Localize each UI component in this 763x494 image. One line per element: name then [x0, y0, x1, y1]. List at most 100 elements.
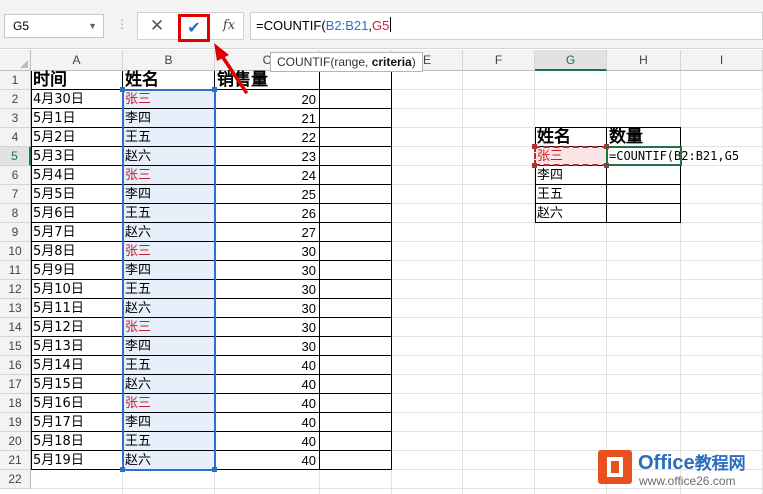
- name-cell[interactable]: 王五: [123, 432, 215, 451]
- sales-cell[interactable]: 30: [215, 299, 320, 318]
- date-cell[interactable]: 5月16日: [31, 394, 123, 413]
- table-cell-d[interactable]: [320, 337, 392, 356]
- sales-cell[interactable]: 27: [215, 223, 320, 242]
- row-header-14[interactable]: 14: [0, 318, 31, 337]
- summary-name-cell[interactable]: 李四: [535, 166, 607, 185]
- sales-cell[interactable]: 40: [215, 432, 320, 451]
- sales-cell[interactable]: 40: [215, 356, 320, 375]
- sales-cell[interactable]: 22: [215, 128, 320, 147]
- table-cell-d[interactable]: [320, 109, 392, 128]
- date-cell[interactable]: 5月11日: [31, 299, 123, 318]
- date-cell[interactable]: 5月3日: [31, 147, 123, 166]
- row-header-5[interactable]: 5: [0, 147, 31, 166]
- table-cell-d[interactable]: [320, 128, 392, 147]
- summary-name-cell[interactable]: 赵六: [535, 204, 607, 223]
- summary-name-cell[interactable]: 张三: [535, 147, 607, 166]
- sales-cell[interactable]: 26: [215, 204, 320, 223]
- name-cell[interactable]: 张三: [123, 318, 215, 337]
- sales-cell[interactable]: 25: [215, 185, 320, 204]
- row-header-10[interactable]: 10: [0, 242, 31, 261]
- sales-cell[interactable]: 30: [215, 242, 320, 261]
- name-cell[interactable]: 赵六: [123, 451, 215, 470]
- row-header-13[interactable]: 13: [0, 299, 31, 318]
- name-cell[interactable]: 张三: [123, 166, 215, 185]
- table-cell-d[interactable]: [320, 375, 392, 394]
- summary-name-cell[interactable]: 王五: [535, 185, 607, 204]
- summary-header-name[interactable]: 姓名: [535, 128, 607, 147]
- name-cell[interactable]: 赵六: [123, 375, 215, 394]
- name-cell[interactable]: 李四: [123, 337, 215, 356]
- date-cell[interactable]: 5月10日: [31, 280, 123, 299]
- date-cell[interactable]: 5月1日: [31, 109, 123, 128]
- date-cell[interactable]: 5月19日: [31, 451, 123, 470]
- name-cell[interactable]: 王五: [123, 356, 215, 375]
- range-handle[interactable]: [212, 467, 217, 472]
- criteria-handle[interactable]: [532, 163, 537, 168]
- table-cell-d[interactable]: [320, 280, 392, 299]
- name-cell[interactable]: 李四: [123, 185, 215, 204]
- table-cell-d[interactable]: [320, 318, 392, 337]
- name-cell[interactable]: 赵六: [123, 147, 215, 166]
- criteria-handle[interactable]: [532, 144, 537, 149]
- name-cell[interactable]: 王五: [123, 128, 215, 147]
- name-cell[interactable]: 王五: [123, 280, 215, 299]
- table-cell-d[interactable]: [320, 204, 392, 223]
- sales-cell[interactable]: 30: [215, 261, 320, 280]
- name-cell[interactable]: 李四: [123, 413, 215, 432]
- summary-count-cell[interactable]: [607, 166, 681, 185]
- row-header-8[interactable]: 8: [0, 204, 31, 223]
- table-cell-d[interactable]: [320, 356, 392, 375]
- row-header-20[interactable]: 20: [0, 432, 31, 451]
- table-cell-d[interactable]: [320, 185, 392, 204]
- date-cell[interactable]: 5月2日: [31, 128, 123, 147]
- sales-cell[interactable]: 30: [215, 280, 320, 299]
- name-cell[interactable]: 李四: [123, 261, 215, 280]
- row-header-15[interactable]: 15: [0, 337, 31, 356]
- name-cell[interactable]: 张三: [123, 394, 215, 413]
- table-cell-d[interactable]: [320, 242, 392, 261]
- name-cell[interactable]: 张三: [123, 242, 215, 261]
- sales-cell[interactable]: 30: [215, 337, 320, 356]
- table-cell-d[interactable]: [320, 299, 392, 318]
- summary-count-cell[interactable]: [607, 204, 681, 223]
- name-cell[interactable]: 赵六: [123, 223, 215, 242]
- table-cell-d[interactable]: [320, 223, 392, 242]
- criteria-handle[interactable]: [604, 163, 609, 168]
- row-header-11[interactable]: 11: [0, 261, 31, 280]
- table-cell-d[interactable]: [320, 413, 392, 432]
- date-cell[interactable]: 5月15日: [31, 375, 123, 394]
- table-cell-d[interactable]: [320, 394, 392, 413]
- row-header-4[interactable]: 4: [0, 128, 31, 147]
- h5-editing-cell[interactable]: =COUNTIF(B2:B21,G5: [607, 147, 739, 166]
- date-cell[interactable]: 5月17日: [31, 413, 123, 432]
- table-cell-d[interactable]: [320, 261, 392, 280]
- date-cell[interactable]: 5月9日: [31, 261, 123, 280]
- date-cell[interactable]: 5月13日: [31, 337, 123, 356]
- table-cell-d[interactable]: [320, 147, 392, 166]
- sales-cell[interactable]: 23: [215, 147, 320, 166]
- sales-cell[interactable]: 30: [215, 318, 320, 337]
- date-cell[interactable]: 5月18日: [31, 432, 123, 451]
- row-header-6[interactable]: 6: [0, 166, 31, 185]
- row-header-12[interactable]: 12: [0, 280, 31, 299]
- sales-cell[interactable]: 40: [215, 451, 320, 470]
- date-cell[interactable]: 5月4日: [31, 166, 123, 185]
- summary-header-count[interactable]: 数量: [607, 128, 681, 147]
- row-header-16[interactable]: 16: [0, 356, 31, 375]
- name-cell[interactable]: 赵六: [123, 299, 215, 318]
- table-cell-d[interactable]: [320, 166, 392, 185]
- sales-cell[interactable]: 40: [215, 375, 320, 394]
- sales-cell[interactable]: 40: [215, 394, 320, 413]
- row-header-7[interactable]: 7: [0, 185, 31, 204]
- sales-cell[interactable]: 40: [215, 413, 320, 432]
- row-header-21[interactable]: 21: [0, 451, 31, 470]
- table-cell-d[interactable]: [320, 432, 392, 451]
- date-cell[interactable]: 5月8日: [31, 242, 123, 261]
- date-cell[interactable]: 5月7日: [31, 223, 123, 242]
- sales-cell[interactable]: 21: [215, 109, 320, 128]
- date-cell[interactable]: 5月14日: [31, 356, 123, 375]
- row-header-18[interactable]: 18: [0, 394, 31, 413]
- name-cell[interactable]: 李四: [123, 109, 215, 128]
- sales-cell[interactable]: 24: [215, 166, 320, 185]
- range-handle[interactable]: [120, 467, 125, 472]
